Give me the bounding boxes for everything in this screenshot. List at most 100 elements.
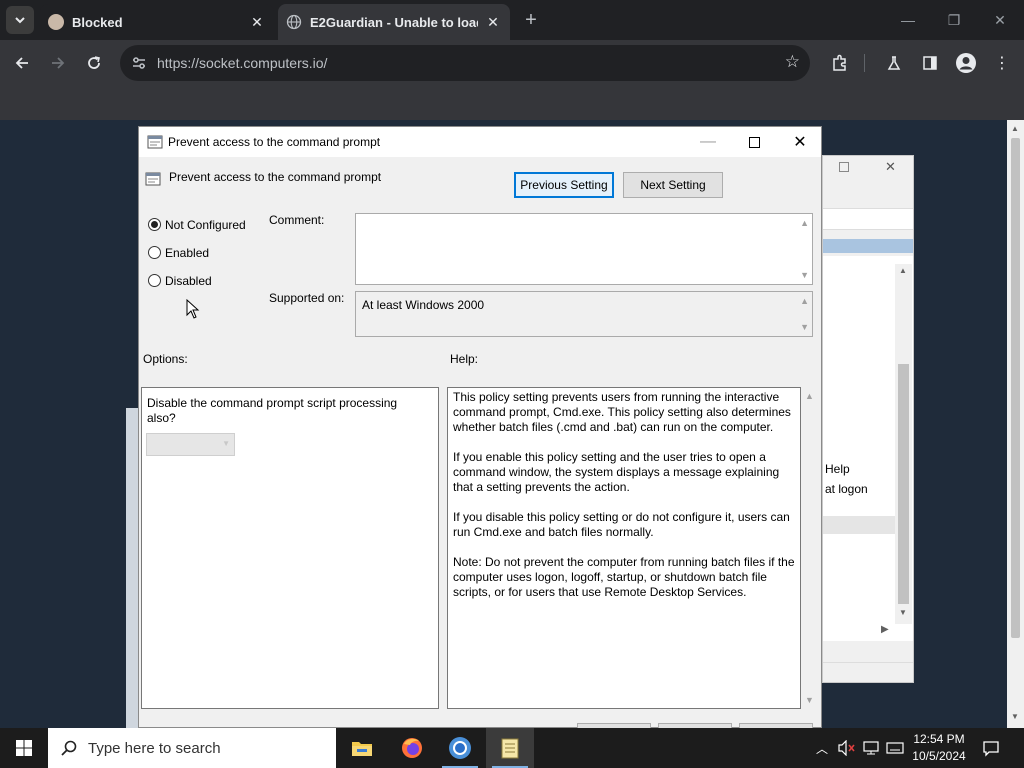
menu-kebab-icon[interactable]: ⋮ xyxy=(988,49,1016,77)
taskbar-firefox[interactable] xyxy=(388,728,436,768)
firefox-icon xyxy=(402,738,422,758)
scroll-thumb[interactable] xyxy=(898,364,909,604)
next-setting-button[interactable]: Next Setting xyxy=(623,172,723,198)
help-paragraph: This policy setting prevents users from … xyxy=(453,390,791,434)
inner-scrollbar[interactable]: ▲ ▼ xyxy=(895,264,912,624)
clock-time: 12:54 PM xyxy=(913,732,965,746)
dialog-close-button[interactable]: ✕ xyxy=(777,130,823,154)
profile-avatar-icon[interactable] xyxy=(952,49,980,77)
taskbar-notepad[interactable] xyxy=(486,728,534,768)
chevron-down-icon: ▼ xyxy=(222,439,230,448)
scroll-down-arrow-icon[interactable]: ▼ xyxy=(800,322,809,332)
radio-button[interactable] xyxy=(148,246,161,259)
new-tab-button[interactable]: + xyxy=(520,9,542,31)
option-dropdown[interactable]: ▼ xyxy=(146,433,235,456)
background-text-help: Help xyxy=(825,462,850,476)
bookmark-star-icon[interactable]: ☆ xyxy=(785,52,800,72)
tab-title: E2Guardian - Unable to load w xyxy=(310,15,478,30)
tab-blocked[interactable]: Blocked ✕ xyxy=(40,4,274,40)
close-window-button[interactable]: ✕ xyxy=(980,8,1020,32)
scroll-up-arrow-icon[interactable]: ▲ xyxy=(805,391,814,401)
previous-setting-button[interactable]: Previous Setting xyxy=(514,172,614,198)
reload-button[interactable] xyxy=(80,49,108,77)
scroll-down-arrow-icon[interactable]: ▼ xyxy=(800,270,809,280)
scroll-up-arrow-icon[interactable]: ▲ xyxy=(800,218,809,228)
minimize-button[interactable]: — xyxy=(888,8,928,32)
dialog-title-bar[interactable]: Prevent access to the command prompt — ✕ xyxy=(139,127,821,157)
close-icon[interactable]: ✕ xyxy=(248,13,266,31)
tab-search-button[interactable] xyxy=(6,6,34,34)
close-icon[interactable]: ✕ xyxy=(484,13,502,31)
background-text-logon: at logon xyxy=(825,482,868,496)
scroll-up-arrow-icon[interactable]: ▲ xyxy=(1011,124,1019,133)
radio-label[interactable]: Enabled xyxy=(165,246,209,260)
tray-overflow-chevron-icon[interactable]: ︿ xyxy=(816,740,828,757)
keyboard-language-icon[interactable] xyxy=(886,740,904,756)
selected-row-highlight xyxy=(823,239,913,253)
blocked-favicon-icon xyxy=(48,14,64,30)
help-scrollbar[interactable]: ▲ ▼ xyxy=(801,387,818,709)
dialog-maximize-button[interactable] xyxy=(731,130,777,154)
taskbar-file-explorer[interactable] xyxy=(338,728,386,768)
maximize-icon[interactable] xyxy=(839,162,849,172)
back-button[interactable] xyxy=(8,49,36,77)
start-button[interactable] xyxy=(0,728,48,768)
reload-icon xyxy=(88,56,100,69)
scroll-down-arrow-icon[interactable]: ▼ xyxy=(805,695,814,705)
clock[interactable]: 12:54 PM 10/5/2024 xyxy=(908,731,970,765)
menu-bar-strip xyxy=(823,208,913,230)
scroll-up-arrow-icon[interactable]: ▲ xyxy=(899,266,907,275)
search-placeholder: Type here to search xyxy=(88,740,221,757)
options-pane: Disable the command prompt script proces… xyxy=(141,387,439,709)
scroll-up-arrow-icon[interactable]: ▲ xyxy=(800,296,809,306)
help-text: This policy setting prevents users from … xyxy=(453,390,799,615)
setting-header-icon xyxy=(145,172,161,186)
scroll-thumb[interactable] xyxy=(1011,138,1020,638)
volume-muted-icon[interactable] xyxy=(838,740,856,756)
browser-tab-bar: Blocked ✕ E2Guardian - Unable to load w … xyxy=(0,0,1024,40)
clock-date: 10/5/2024 xyxy=(912,749,966,763)
windows-logo-icon xyxy=(16,740,32,756)
url-text[interactable]: https://socket.computers.io/ xyxy=(157,55,327,71)
toolbar-divider xyxy=(864,54,865,72)
dialog-minimize-button[interactable]: — xyxy=(685,130,731,154)
taskbar-chrome[interactable] xyxy=(436,728,484,768)
bookmark-bar xyxy=(0,86,1024,120)
globe-icon xyxy=(286,14,302,30)
hscroll-right-arrow-icon[interactable]: ▶ xyxy=(881,624,889,635)
help-label: Help: xyxy=(450,352,479,366)
taskbar-search-box[interactable]: Type here to search xyxy=(48,728,336,768)
labs-flask-icon[interactable] xyxy=(880,49,908,77)
extensions-icon[interactable] xyxy=(826,49,854,77)
scroll-down-arrow-icon[interactable]: ▼ xyxy=(1011,712,1019,721)
arrow-right-icon xyxy=(52,57,65,69)
scroll-down-arrow-icon[interactable]: ▼ xyxy=(899,608,907,617)
radio-label[interactable]: Disabled xyxy=(165,274,212,288)
side-panel-icon[interactable] xyxy=(916,49,944,77)
help-pane: This policy setting prevents users from … xyxy=(447,387,801,709)
notification-icon[interactable] xyxy=(982,739,1000,757)
help-paragraph: If you disable this policy setting or do… xyxy=(453,510,790,539)
network-icon[interactable] xyxy=(862,740,880,756)
page-scrollbar[interactable]: ▲ ▼ xyxy=(1007,120,1024,728)
notepad-icon xyxy=(501,738,519,759)
folder-icon xyxy=(352,742,372,756)
supported-on-value: At least Windows 2000 xyxy=(362,298,485,312)
radio-label[interactable]: Not Configured xyxy=(165,218,246,232)
left-edge-strip xyxy=(126,408,138,728)
forward-button[interactable] xyxy=(44,49,72,77)
site-info-icon[interactable] xyxy=(130,54,148,72)
browser-toolbar: https://socket.computers.io/ ☆ ⋮ xyxy=(0,40,1024,86)
radio-button[interactable] xyxy=(148,274,161,287)
comment-textarea[interactable]: ▲ ▼ xyxy=(355,213,813,285)
option-description: Disable the command prompt script proces… xyxy=(147,396,398,425)
options-label: Options: xyxy=(143,352,188,366)
policy-setting-dialog: Prevent access to the command prompt — ✕… xyxy=(138,126,822,749)
address-bar[interactable]: https://socket.computers.io/ ☆ xyxy=(120,45,810,81)
background-window[interactable]: ✕ ▲ ▼ Help at logon ▶ xyxy=(822,155,914,683)
radio-button[interactable] xyxy=(148,218,161,231)
tab-e2guardian[interactable]: E2Guardian - Unable to load w ✕ xyxy=(278,4,510,40)
close-icon[interactable]: ✕ xyxy=(885,159,896,175)
chevron-down-icon xyxy=(15,17,25,24)
restore-button[interactable]: ❐ xyxy=(934,8,974,32)
